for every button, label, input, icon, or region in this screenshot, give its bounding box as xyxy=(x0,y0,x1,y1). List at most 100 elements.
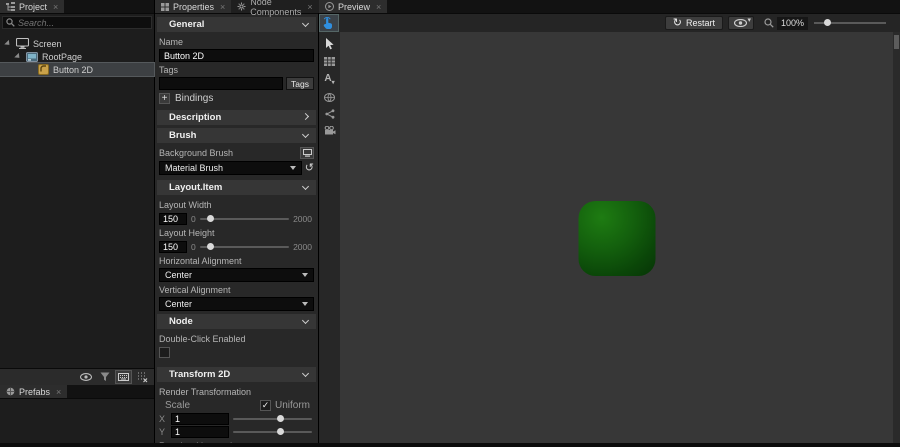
chevron-right-icon xyxy=(302,113,309,120)
filter-icon[interactable] xyxy=(96,370,113,384)
section-transform-2d[interactable]: Transform 2D xyxy=(157,367,316,382)
close-icon[interactable]: × xyxy=(376,2,381,12)
node-components-icon xyxy=(237,2,246,11)
properties-panel: Properties × Node Components × General N… xyxy=(155,0,319,447)
vertical-alignment-select[interactable]: Center xyxy=(159,297,314,311)
application-window: Project × Screen Roo xyxy=(0,0,900,447)
window-bottom-edge xyxy=(0,443,900,447)
layout-height-row: 150 0 2000 xyxy=(155,240,318,253)
layout-height-value[interactable]: 150 xyxy=(159,241,187,253)
tab-properties[interactable]: Properties × xyxy=(155,0,231,13)
tab-label: Project xyxy=(19,2,47,12)
bindings-label: Bindings xyxy=(175,93,213,104)
scale-y-value[interactable]: 1 xyxy=(171,426,229,438)
axis-label: Y xyxy=(159,427,167,437)
eye-icon xyxy=(734,19,747,27)
scale-y-slider[interactable] xyxy=(233,431,312,433)
uniform-checkbox[interactable]: ✓ xyxy=(260,400,271,411)
restart-button[interactable]: ↻ Restart xyxy=(665,16,723,30)
slider-thumb[interactable] xyxy=(207,215,214,222)
project-icon xyxy=(6,2,15,11)
expand-arrow-icon[interactable] xyxy=(4,40,11,47)
zoom-slider[interactable] xyxy=(814,22,886,24)
close-icon[interactable]: × xyxy=(220,2,225,12)
close-icon[interactable]: × xyxy=(307,2,312,12)
layout-width-label: Layout Width xyxy=(155,197,318,212)
tab-preview[interactable]: Preview × xyxy=(319,0,387,13)
button-2d-preview[interactable] xyxy=(578,201,655,276)
horizontal-alignment-select[interactable]: Center xyxy=(159,268,314,282)
layout-width-value[interactable]: 150 xyxy=(159,213,187,225)
rootpage-icon xyxy=(26,52,38,62)
tab-prefabs[interactable]: Prefabs × xyxy=(0,385,67,398)
scale-x-row: X 1 xyxy=(155,412,318,425)
uniform-label: Uniform xyxy=(275,400,310,411)
section-brush[interactable]: Brush xyxy=(157,128,316,143)
slider-max-label: 2000 xyxy=(293,242,312,252)
search-icon xyxy=(6,18,15,27)
restart-icon: ↻ xyxy=(673,18,682,28)
select-tool-icon[interactable] xyxy=(325,38,335,50)
preview-vertical-scrollbar[interactable] xyxy=(893,32,900,447)
slider-thumb[interactable] xyxy=(824,19,831,26)
camera-tool-icon[interactable] xyxy=(324,126,336,135)
section-layout-item[interactable]: Layout.Item xyxy=(157,180,316,195)
search-input[interactable] xyxy=(18,18,148,28)
grid-tool-icon[interactable] xyxy=(324,57,335,66)
axis-label: X xyxy=(159,414,167,424)
section-general[interactable]: General xyxy=(157,17,316,32)
tab-project[interactable]: Project × xyxy=(0,0,64,13)
expand-arrow-icon[interactable] xyxy=(14,53,21,60)
close-icon[interactable]: × xyxy=(56,387,61,397)
scrollbar-thumb[interactable] xyxy=(894,35,899,49)
slider-thumb[interactable] xyxy=(277,415,284,422)
chevron-down-icon xyxy=(302,183,309,190)
interact-tool-button[interactable] xyxy=(319,14,339,32)
scale-label: Scale xyxy=(163,400,190,411)
material-brush-row: Material Brush ↺ xyxy=(155,159,318,177)
preview-body: A▾ xyxy=(319,32,900,447)
visibility-menu-button[interactable]: ▾ xyxy=(728,16,754,30)
tree-item-button2d[interactable]: Button 2D xyxy=(0,63,154,76)
keyboard-icon[interactable] xyxy=(115,370,132,384)
tree-item-rootpage[interactable]: RootPage xyxy=(0,50,154,63)
search-box[interactable] xyxy=(2,16,152,29)
double-click-checkbox[interactable] xyxy=(159,347,170,358)
preview-tool-strip: A▾ xyxy=(319,32,340,447)
plus-icon[interactable]: + xyxy=(159,93,170,104)
tags-button[interactable]: Tags xyxy=(286,77,314,90)
slider-thumb[interactable] xyxy=(277,428,284,435)
globe-tool-icon[interactable] xyxy=(324,93,335,102)
scale-y-row: Y 1 xyxy=(155,425,318,438)
connections-tool-icon[interactable] xyxy=(325,109,335,119)
dropdown-corner-icon: ▾ xyxy=(747,18,751,23)
tree-item-screen[interactable]: Screen xyxy=(0,37,154,50)
name-input[interactable] xyxy=(159,49,314,62)
text-tool-icon[interactable]: A▾ xyxy=(324,73,334,86)
preview-canvas[interactable] xyxy=(340,32,893,447)
layout-width-slider[interactable] xyxy=(200,218,289,220)
slider-thumb[interactable] xyxy=(207,243,214,250)
zoom-level-value[interactable]: 100% xyxy=(777,17,808,30)
project-tree: Screen RootPage Button 2D xyxy=(0,37,154,368)
reset-icon[interactable]: ↺ xyxy=(305,163,314,173)
close-icon[interactable]: × xyxy=(53,2,58,12)
section-description[interactable]: Description xyxy=(157,110,316,125)
section-node[interactable]: Node xyxy=(157,314,316,329)
brush-select[interactable]: Material Brush xyxy=(159,161,302,175)
layout-height-slider[interactable] xyxy=(200,246,289,248)
scale-x-value[interactable]: 1 xyxy=(171,413,229,425)
interact-tool-icon xyxy=(323,17,335,30)
brush-picker-icon[interactable] xyxy=(300,147,314,159)
name-label: Name xyxy=(155,34,318,49)
tab-node-components[interactable]: Node Components × xyxy=(231,0,318,13)
grid-x-icon[interactable] xyxy=(134,370,151,384)
scale-x-slider[interactable] xyxy=(233,418,312,420)
bindings-row[interactable]: + Bindings xyxy=(155,90,318,107)
chevron-down-icon xyxy=(302,317,309,324)
visibility-icon[interactable] xyxy=(77,370,94,384)
project-tabbar: Project × xyxy=(0,0,154,14)
tags-input[interactable] xyxy=(159,77,283,90)
tab-label: Prefabs xyxy=(19,387,50,397)
magnifier-icon xyxy=(764,18,774,28)
